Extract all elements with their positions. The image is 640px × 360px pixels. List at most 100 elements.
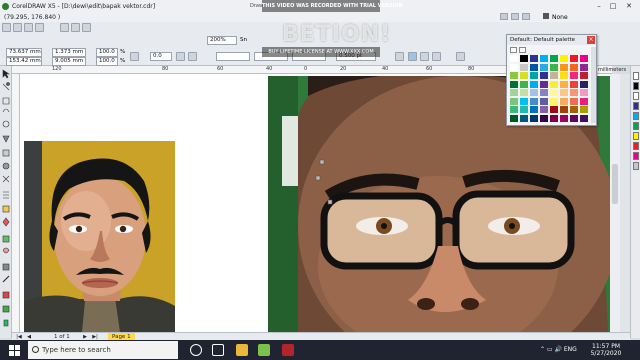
x-position-field[interactable]: 73.637 mm xyxy=(6,48,42,57)
palette-color-swatch[interactable] xyxy=(570,72,578,79)
palette-color-swatch[interactable] xyxy=(510,80,518,88)
palette-color-swatch[interactable] xyxy=(540,106,548,113)
palette-color-swatch[interactable] xyxy=(520,114,528,122)
palette-color-swatch[interactable] xyxy=(570,80,578,88)
palette-color-swatch[interactable] xyxy=(560,89,568,96)
y-position-field[interactable]: 153.42 mm xyxy=(6,57,42,66)
palette-color-swatch[interactable] xyxy=(570,55,578,62)
new-document-icon[interactable] xyxy=(2,23,11,32)
palette-color-swatch[interactable] xyxy=(510,55,518,62)
palette-swatch[interactable] xyxy=(633,162,639,170)
taskbar-search[interactable]: Type here to search xyxy=(28,341,178,359)
palette-color-swatch[interactable] xyxy=(520,72,528,79)
palette-color-swatch[interactable] xyxy=(510,63,518,71)
scrollbar-thumb[interactable] xyxy=(612,164,618,204)
palette-color-swatch[interactable] xyxy=(530,55,538,62)
maximize-button[interactable]: □ xyxy=(608,1,618,11)
dynamic-guides-icon[interactable] xyxy=(511,13,519,20)
palette-color-swatch[interactable] xyxy=(520,55,528,62)
docker-tab-strip[interactable] xyxy=(620,74,630,332)
palette-color-swatch[interactable] xyxy=(540,97,548,105)
palette-color-swatch[interactable] xyxy=(580,89,588,96)
outline-style-select[interactable] xyxy=(216,52,250,61)
palette-color-swatch[interactable] xyxy=(550,55,558,62)
palette-color-swatch[interactable] xyxy=(560,55,568,62)
to-back-icon[interactable] xyxy=(432,52,441,61)
palette-color-swatch[interactable] xyxy=(510,72,518,79)
width-field[interactable]: 1.373 mm xyxy=(52,48,86,57)
palette-color-swatch[interactable] xyxy=(570,63,578,71)
palette-swatch[interactable] xyxy=(633,102,639,110)
minimize-button[interactable]: – xyxy=(594,1,604,11)
palette-swatch[interactable] xyxy=(633,152,639,160)
palette-color-swatch[interactable] xyxy=(580,63,588,71)
palette-color-swatch[interactable] xyxy=(540,72,548,79)
palette-color-swatch[interactable] xyxy=(530,106,538,113)
palette-color-swatch[interactable] xyxy=(560,72,568,79)
palette-color-swatch[interactable] xyxy=(530,114,538,122)
palette-scrollbar[interactable] xyxy=(591,47,596,123)
zoom-level-select[interactable]: 200% xyxy=(207,36,237,45)
palette-color-swatch[interactable] xyxy=(530,80,538,88)
print-icon[interactable] xyxy=(35,23,44,32)
vector-portrait-illustration[interactable] xyxy=(24,141,175,332)
palette-color-swatch[interactable] xyxy=(540,55,548,62)
palette-color-swatch[interactable] xyxy=(540,89,548,96)
palette-color-swatch[interactable] xyxy=(580,55,588,62)
palette-swatch[interactable] xyxy=(633,132,639,140)
to-front-icon[interactable] xyxy=(420,52,429,61)
palette-color-swatch[interactable] xyxy=(540,114,548,122)
coreldraw-taskbar-icon[interactable] xyxy=(258,344,270,356)
palette-color-swatch[interactable] xyxy=(570,106,578,113)
palette-color-swatch[interactable] xyxy=(550,72,558,79)
close-button[interactable]: ✕ xyxy=(624,1,634,11)
palette-color-swatch[interactable] xyxy=(550,63,558,71)
recorder-taskbar-icon[interactable] xyxy=(282,344,294,356)
palette-color-swatch[interactable] xyxy=(530,72,538,79)
clock[interactable]: 11:57 PM 5/27/2020 xyxy=(588,343,624,357)
task-view-icon[interactable] xyxy=(212,344,224,356)
vertical-scrollbar[interactable] xyxy=(610,74,620,332)
palette-color-swatch[interactable] xyxy=(570,114,578,122)
palette-swatch[interactable] xyxy=(633,92,639,100)
auto-close-icon[interactable] xyxy=(408,52,417,61)
close-icon[interactable]: × xyxy=(587,36,595,44)
palette-color-swatch[interactable] xyxy=(520,80,528,88)
copy-icon[interactable] xyxy=(71,23,80,32)
palette-swatch[interactable] xyxy=(633,82,639,90)
palette-color-swatch[interactable] xyxy=(540,80,548,88)
palette-color-swatch[interactable] xyxy=(560,97,568,105)
palette-color-swatch[interactable] xyxy=(580,72,588,79)
scale-x-field[interactable]: 100.0 xyxy=(96,48,118,57)
wrap-text-icon[interactable] xyxy=(395,52,404,61)
lock-ratio-icon[interactable] xyxy=(130,52,139,61)
palette-swatch[interactable] xyxy=(633,72,639,80)
palette-color-swatch[interactable] xyxy=(550,106,558,113)
palette-color-swatch[interactable] xyxy=(560,114,568,122)
palette-color-swatch[interactable] xyxy=(510,106,518,113)
convert-to-curves-icon[interactable] xyxy=(456,52,465,61)
palette-color-swatch[interactable] xyxy=(580,97,588,105)
rotation-field[interactable]: 0.0 xyxy=(150,52,172,61)
palette-color-swatch[interactable] xyxy=(530,97,538,105)
system-tray-icons[interactable]: ⌃ ▭ 🔊 ENG xyxy=(540,346,577,353)
outline-none-field[interactable]: None xyxy=(543,13,568,21)
palette-color-swatch[interactable] xyxy=(510,89,518,96)
palette-color-swatch[interactable] xyxy=(580,114,588,122)
file-explorer-icon[interactable] xyxy=(236,344,248,356)
palette-color-swatch[interactable] xyxy=(580,106,588,113)
palette-options-icon[interactable] xyxy=(519,47,526,53)
palette-color-swatch[interactable] xyxy=(530,63,538,71)
palette-color-swatch[interactable] xyxy=(560,106,568,113)
mirror-vertical-icon[interactable] xyxy=(188,52,197,61)
cortana-icon[interactable] xyxy=(190,344,202,356)
save-icon[interactable] xyxy=(24,23,33,32)
start-button[interactable] xyxy=(0,340,28,360)
palette-color-swatch[interactable] xyxy=(550,80,558,88)
palette-swatch[interactable] xyxy=(633,142,639,150)
palette-color-swatch[interactable] xyxy=(560,80,568,88)
palette-swatch[interactable] xyxy=(633,122,639,130)
scale-y-field[interactable]: 100.0 xyxy=(96,57,118,66)
palette-color-swatch[interactable] xyxy=(580,80,588,88)
cut-icon[interactable] xyxy=(60,23,69,32)
